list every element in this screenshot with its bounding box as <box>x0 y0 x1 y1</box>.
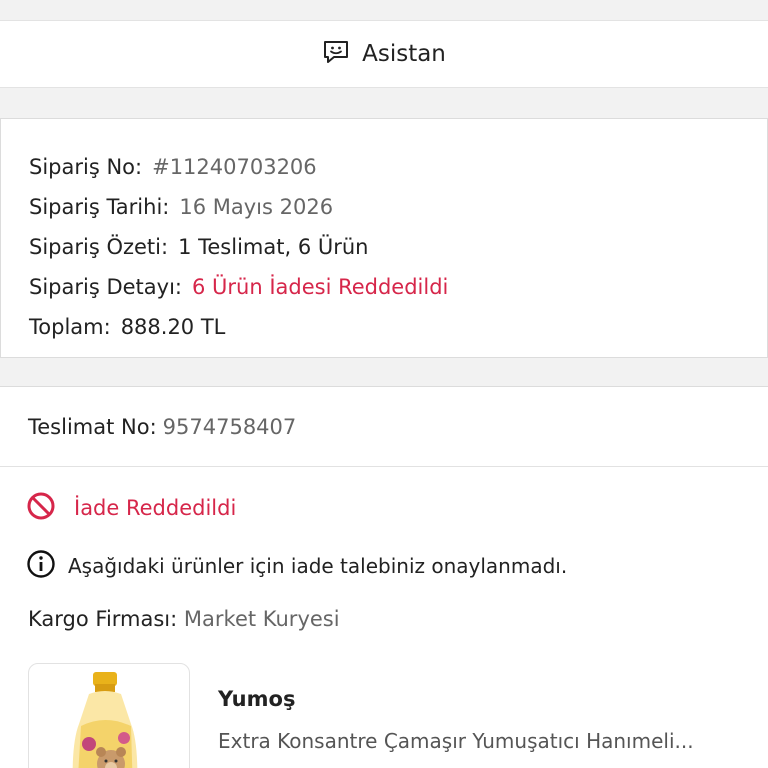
delivery-number-label: Teslimat No: <box>28 414 157 439</box>
chat-smile-icon <box>322 39 350 69</box>
cargo-company-label: Kargo Firması: <box>28 607 178 631</box>
order-summary-row: Sipariş Özeti: 1 Teslimat, 6 Ürün <box>29 227 767 267</box>
order-total-label: Toplam: <box>29 315 111 339</box>
order-detail-label: Sipariş Detayı: <box>29 275 182 299</box>
order-date-label: Sipariş Tarihi: <box>29 195 170 219</box>
product-brand[interactable]: Yumoş <box>218 687 295 711</box>
delivery-card: Teslimat No: 9574758407 İade Reddedildi … <box>0 386 768 768</box>
order-total-value: 888.20 TL <box>120 315 226 339</box>
order-summary-card: Sipariş No: #11240703206 Sipariş Tarihi:… <box>0 118 768 358</box>
cargo-company-row: Kargo Firması: Market Kuryesi <box>28 607 340 631</box>
delivery-number-row: Teslimat No: 9574758407 <box>0 387 768 467</box>
order-number-row: Sipariş No: #11240703206 <box>29 147 767 187</box>
order-number-value: #11240703206 <box>152 155 317 179</box>
order-date-value: 16 Mayıs 2026 <box>179 195 334 219</box>
delivery-number-value: 9574758407 <box>162 414 297 439</box>
product-image[interactable] <box>28 663 190 768</box>
order-detail-value: 6 Ürün İadesi Reddedildi <box>191 275 449 299</box>
return-info: Aşağıdaki ürünler için iade talebiniz on… <box>26 549 567 583</box>
return-info-text: Aşağıdaki ürünler için iade talebiniz on… <box>68 554 568 578</box>
info-circle-icon <box>26 549 56 583</box>
product-name[interactable]: Extra Konsantre Çamaşır Yumuşatıcı Hanım… <box>218 729 748 753</box>
assistant-label: Asistan <box>362 41 446 67</box>
return-status: İade Reddedildi <box>26 491 236 525</box>
order-summary-value: 1 Teslimat, 6 Ürün <box>178 235 369 259</box>
assistant-button[interactable]: Asistan <box>0 20 768 88</box>
order-total-row: Toplam: 888.20 TL <box>29 307 767 347</box>
order-summary-label: Sipariş Özeti: <box>29 235 169 259</box>
prohibited-icon <box>26 491 56 525</box>
order-date-row: Sipariş Tarihi: 16 Mayıs 2026 <box>29 187 767 227</box>
order-number-label: Sipariş No: <box>29 155 143 179</box>
cargo-company-value: Market Kuryesi <box>183 607 340 631</box>
order-detail-row: Sipariş Detayı: 6 Ürün İadesi Reddedildi <box>29 267 767 307</box>
return-status-text: İade Reddedildi <box>74 496 237 520</box>
